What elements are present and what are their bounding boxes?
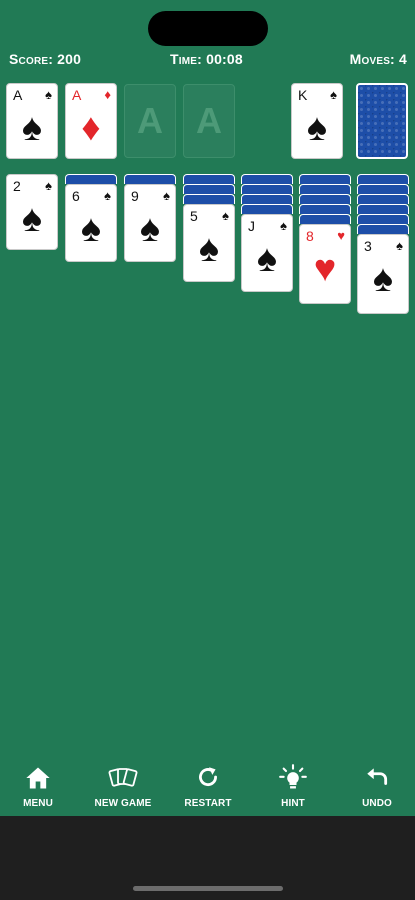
card-rank: A	[72, 87, 82, 103]
face-down-card	[299, 194, 351, 204]
face-down-card	[357, 194, 409, 204]
spade-suit-icon: ♠	[306, 107, 328, 149]
card-rank: 6	[72, 188, 80, 204]
face-down-card	[357, 224, 409, 234]
foundation-diamonds-card[interactable]: A ♦ ♦	[65, 83, 117, 159]
home-icon	[0, 764, 78, 794]
restart-label: RESTART	[184, 798, 232, 809]
cards-icon	[83, 764, 163, 794]
face-down-card	[183, 184, 235, 194]
face-down-card	[357, 174, 409, 184]
spade-suit-icon: ♠	[396, 238, 403, 253]
spade-suit-icon: ♠	[256, 238, 278, 280]
hint-button[interactable]: HINT	[253, 764, 333, 809]
card-rank: A	[13, 87, 23, 103]
spade-suit-icon: ♠	[330, 87, 337, 102]
face-down-card	[183, 194, 235, 204]
spade-suit-icon: ♠	[45, 87, 52, 102]
face-down-card	[183, 174, 235, 184]
card-rank: 8	[306, 228, 314, 244]
heart-suit-icon: ♥	[337, 228, 345, 243]
home-indicator[interactable]	[133, 886, 283, 891]
card-rank: 9	[131, 188, 139, 204]
spade-suit-icon: ♠	[198, 228, 220, 270]
face-down-card	[241, 184, 293, 194]
spade-suit-icon: ♠	[21, 107, 43, 149]
foundation-empty-slot[interactable]: A	[183, 84, 235, 158]
tableau-col-1-card[interactable]: 2 ♠ ♠	[6, 174, 58, 250]
tableau-col-4-card[interactable]: 5 ♠ ♠	[183, 204, 235, 282]
score-label: Score: 200	[9, 51, 82, 67]
spade-suit-icon: ♠	[222, 208, 229, 223]
face-down-card	[299, 174, 351, 184]
lightbulb-icon	[253, 764, 333, 794]
spade-suit-icon: ♠	[280, 218, 287, 233]
spade-suit-icon: ♠	[372, 258, 394, 300]
waste-card[interactable]: K ♠ ♠	[291, 83, 343, 159]
spade-suit-icon: ♠	[21, 198, 43, 240]
spade-suit-icon: ♠	[45, 178, 52, 193]
face-down-card	[241, 204, 293, 214]
card-rank: K	[298, 87, 308, 103]
tableau-col-2-card[interactable]: 6 ♠ ♠	[65, 184, 117, 262]
face-down-card	[241, 194, 293, 204]
restart-button[interactable]: RESTART	[168, 764, 248, 809]
heart-suit-icon: ♥	[313, 248, 337, 290]
card-rank: 3	[364, 238, 372, 254]
face-down-card	[124, 174, 176, 184]
moves-label: Moves: 4	[349, 51, 407, 67]
diamond-suit-icon: ♦	[81, 107, 101, 149]
card-rank: J	[248, 218, 255, 234]
dynamic-island	[148, 11, 268, 46]
face-down-card	[299, 184, 351, 194]
diamond-suit-icon: ♦	[104, 87, 111, 102]
tableau-col-5-card[interactable]: J ♠ ♠	[241, 214, 293, 292]
tableau-col-6-card[interactable]: 8 ♥ ♥	[299, 224, 351, 304]
face-down-card	[357, 204, 409, 214]
spade-suit-icon: ♠	[139, 208, 161, 250]
face-down-card	[299, 204, 351, 214]
card-rank: 5	[190, 208, 198, 224]
tableau-col-7-card[interactable]: 3 ♠ ♠	[357, 234, 409, 314]
new-game-button[interactable]: NEW GAME	[83, 764, 163, 809]
face-down-card	[357, 214, 409, 224]
spade-suit-icon: ♠	[104, 188, 111, 203]
stock-pile[interactable]	[356, 83, 408, 159]
tableau-col-3-card[interactable]: 9 ♠ ♠	[124, 184, 176, 262]
face-down-card	[357, 184, 409, 194]
face-down-card	[241, 174, 293, 184]
foundation-empty-slot[interactable]: A	[124, 84, 176, 158]
face-down-card	[65, 174, 117, 184]
card-rank: 2	[13, 178, 21, 194]
face-down-card	[299, 214, 351, 224]
undo-label: UNDO	[362, 798, 392, 809]
foundation-spades-card[interactable]: A ♠ ♠	[6, 83, 58, 159]
new-game-label: NEW GAME	[94, 798, 152, 809]
hint-label: HINT	[281, 798, 305, 809]
undo-icon	[337, 764, 415, 794]
undo-button[interactable]: UNDO	[337, 764, 415, 809]
refresh-icon	[168, 764, 248, 794]
menu-label: MENU	[23, 798, 53, 809]
menu-button[interactable]: MENU	[0, 764, 78, 809]
spade-suit-icon: ♠	[80, 208, 102, 250]
time-label: Time: 00:08	[170, 51, 243, 67]
spade-suit-icon: ♠	[163, 188, 170, 203]
